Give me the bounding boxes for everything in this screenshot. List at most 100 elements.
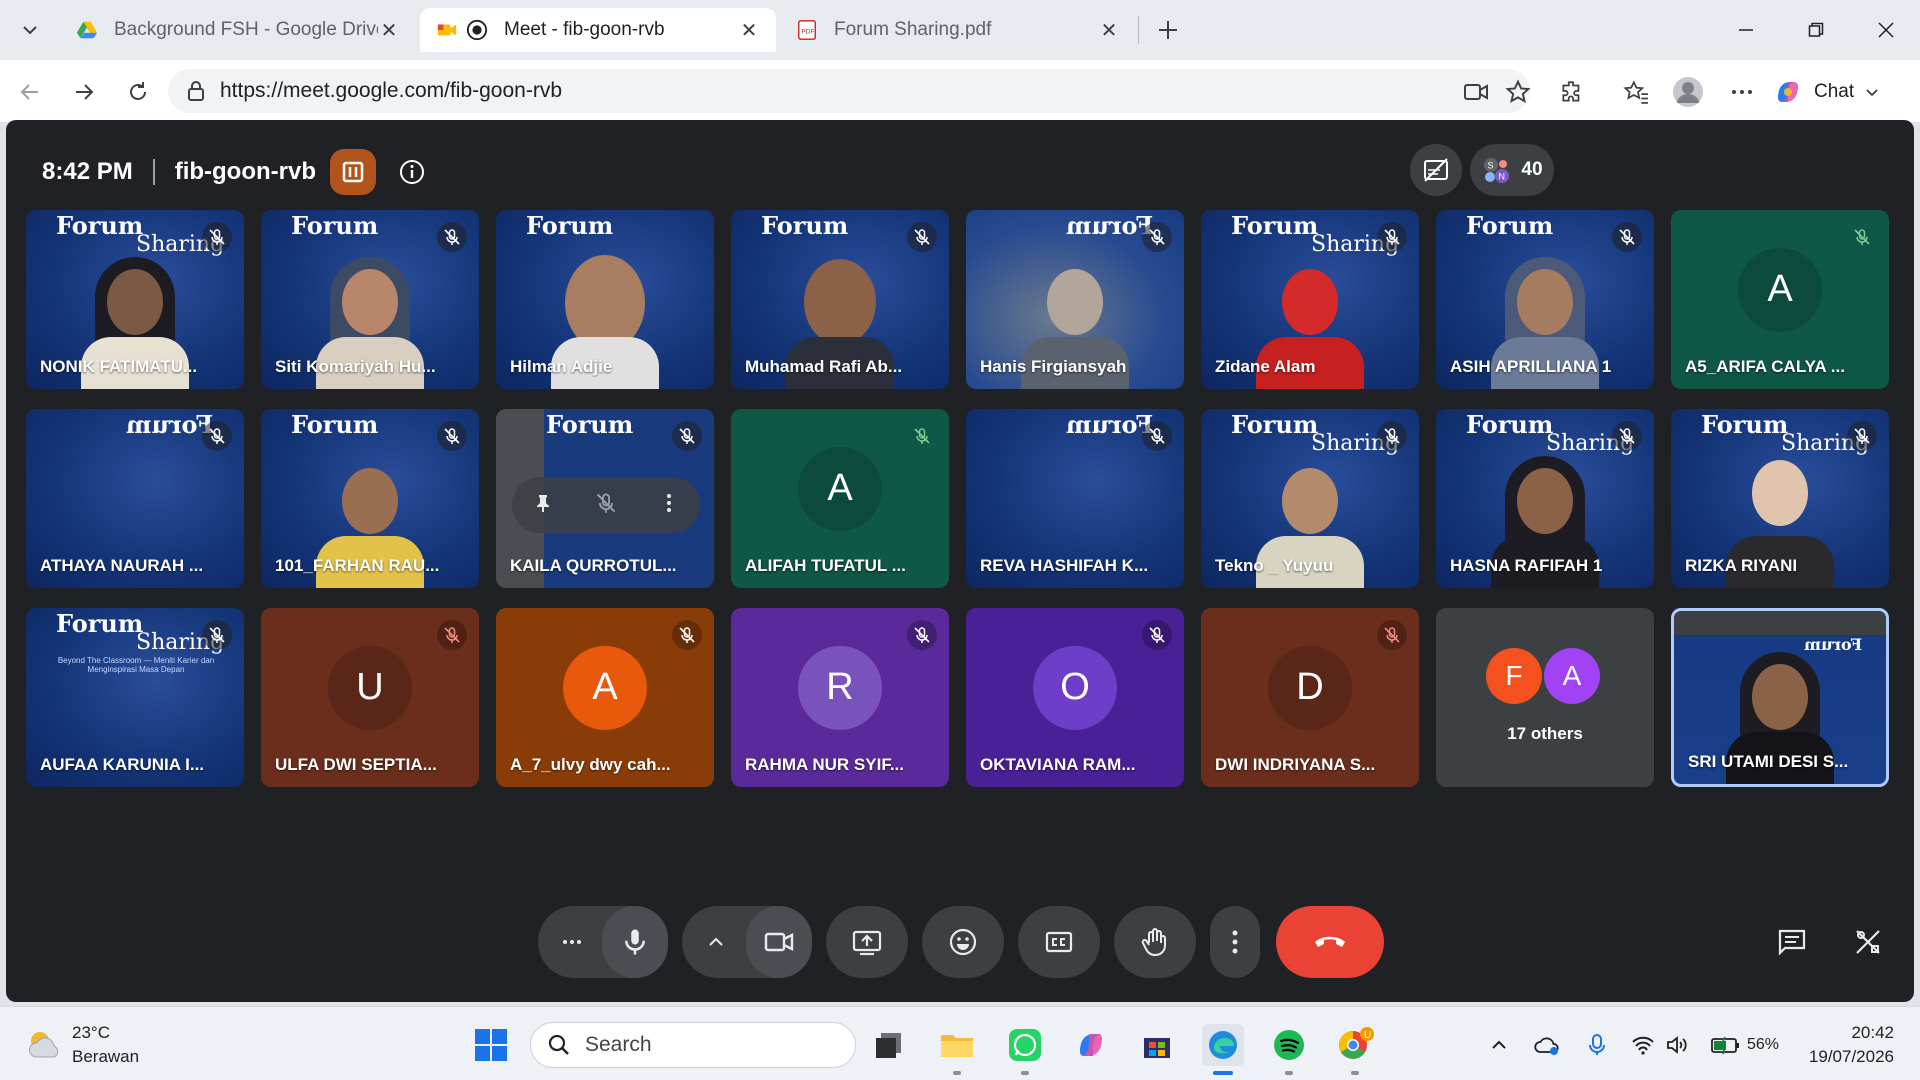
tab-pdf[interactable]: PDF Forum Sharing.pdf ✕: [780, 8, 1136, 52]
participant-tile[interactable]: Forum Sharing HASNA RAFIFAH 1: [1436, 409, 1654, 588]
participant-tile[interactable]: Forum REVA HASHIFAH K...: [966, 409, 1184, 588]
chat-icon[interactable]: [1762, 912, 1822, 972]
participant-tile[interactable]: A ALIFAH TUFATUL ...: [731, 409, 949, 588]
background-logo-text: Forum: [1066, 410, 1154, 439]
participant-name: SRI UTAMI DESI S...: [1688, 752, 1849, 771]
forward-arrow-icon[interactable]: [64, 72, 104, 112]
captions-button[interactable]: [1018, 906, 1100, 978]
raise-hand-button[interactable]: [1114, 906, 1196, 978]
meeting-info-icon[interactable]: [398, 158, 426, 186]
participant-tile[interactable]: Forum 101_FARHAN RAU...: [261, 409, 479, 588]
back-arrow-icon[interactable]: [10, 72, 50, 112]
tab-google-drive[interactable]: Background FSH - Google Drive ✕: [60, 8, 416, 52]
mute-participant-icon[interactable]: [595, 492, 617, 519]
more-options-button[interactable]: [1210, 906, 1260, 978]
leave-call-button[interactable]: [1276, 906, 1384, 978]
more-options-icon[interactable]: [658, 492, 680, 519]
participant-tile[interactable]: Forum Siti Komariyah Hu...: [261, 210, 479, 389]
participant-tile[interactable]: A A_7_ulvy dwy cah...: [496, 608, 714, 787]
copilot-app-icon[interactable]: [1070, 1024, 1112, 1066]
close-tab-icon[interactable]: ✕: [1098, 19, 1120, 42]
chat-label: Chat: [1814, 81, 1855, 102]
volume-icon[interactable]: [1662, 1029, 1692, 1061]
host-controls-icon[interactable]: [330, 149, 376, 195]
participant-tile[interactable]: A A5_ARIFA CALYA ...: [1671, 210, 1889, 389]
address-bar[interactable]: https://meet.google.com/fib-goon-rvb: [168, 69, 1530, 113]
participant-name: Muhamad Rafi Ab...: [745, 357, 903, 376]
close-tab-icon[interactable]: ✕: [378, 19, 400, 42]
other-participants-tile[interactable]: F A 17 others: [1436, 608, 1654, 787]
more-menu-icon[interactable]: [1722, 72, 1762, 112]
camera-button[interactable]: [746, 906, 812, 978]
camera-icon: [764, 932, 794, 952]
clock-date: 19/07/2026: [1808, 1047, 1894, 1066]
close-tab-icon[interactable]: ✕: [738, 19, 760, 42]
onedrive-cloud-icon[interactable]: [1530, 1029, 1564, 1061]
edge-browser-icon[interactable]: [1202, 1024, 1244, 1066]
reload-icon[interactable]: [118, 72, 158, 112]
restore-icon[interactable]: [1786, 8, 1846, 52]
background-logo-text: Forum: [761, 211, 849, 240]
background-logo-text: Forum: [546, 410, 634, 439]
windows-start-icon[interactable]: [470, 1024, 512, 1066]
tab-separator: [1138, 16, 1139, 44]
hide-self-view-icon[interactable]: [1410, 144, 1462, 196]
close-window-icon[interactable]: [1856, 8, 1916, 52]
whatsapp-icon[interactable]: [1004, 1024, 1046, 1066]
participant-tile[interactable]: Forum Sharing RIZKA RIYANI: [1671, 409, 1889, 588]
microphone-button[interactable]: [602, 906, 668, 978]
participant-tile[interactable]: R RAHMA NUR SYIF...: [731, 608, 949, 787]
participant-tile[interactable]: Forum Hilman Adjie: [496, 210, 714, 389]
site-info-icon[interactable]: [184, 79, 208, 103]
taskbar-search[interactable]: Search: [530, 1022, 856, 1068]
participant-tile[interactable]: Forum Sharing Beyond The Classroom — Men…: [26, 608, 244, 787]
participant-tile[interactable]: Forum ASIH APRILLIANA 1: [1436, 210, 1654, 389]
chrome-icon[interactable]: U: [1334, 1024, 1376, 1066]
audio-settings-icon[interactable]: [542, 912, 602, 972]
end-call-icon: [1315, 936, 1345, 947]
new-tab-plus-icon[interactable]: [1150, 12, 1186, 48]
participant-tile[interactable]: Forum Sharing Tekno _ Yuyuu: [1201, 409, 1419, 588]
pin-icon[interactable]: [532, 492, 554, 519]
camera-in-use-icon[interactable]: [1456, 72, 1496, 112]
participant-tile[interactable]: Forum Sharing NONIK FATIMATU...: [26, 210, 244, 389]
mic-off-icon: [1142, 421, 1172, 451]
background-logo-text: Forum: [291, 410, 379, 439]
participant-tile[interactable]: Forum Hanis Firgiansyah: [966, 210, 1184, 389]
minimize-icon[interactable]: [1716, 8, 1776, 52]
extensions-icon[interactable]: [1552, 72, 1592, 112]
reactions-button[interactable]: [922, 906, 1004, 978]
participant-tile[interactable]: O OKTAVIANA RAM...: [966, 608, 1184, 787]
system-clock[interactable]: 20:42 19/07/2026: [1804, 1021, 1894, 1069]
file-explorer-icon[interactable]: [936, 1024, 978, 1066]
tab-meet[interactable]: Meet - fib-goon-rvb ✕: [420, 8, 776, 52]
battery-status[interactable]: 56%: [1700, 1029, 1790, 1061]
show-hidden-icons-icon[interactable]: [1484, 1029, 1514, 1061]
participant-tile[interactable]: Forum KAILA QURROTUL...: [496, 409, 714, 588]
mic-off-icon: [1377, 421, 1407, 451]
profile-avatar-icon[interactable]: [1668, 72, 1708, 112]
task-view-icon[interactable]: [868, 1024, 910, 1066]
microsoft-store-icon[interactable]: [1136, 1024, 1178, 1066]
chevron-up-icon[interactable]: [686, 912, 746, 972]
tab-search-icon[interactable]: [8, 12, 52, 48]
participant-tile[interactable]: U ULFA DWI SEPTIA...: [261, 608, 479, 787]
participant-name: REVA HASHIFAH K...: [980, 556, 1149, 575]
present-screen-button[interactable]: [826, 906, 908, 978]
participant-tile[interactable]: Forum ATHAYA NAURAH ...: [26, 409, 244, 588]
favorites-icon[interactable]: [1616, 72, 1656, 112]
wifi-icon[interactable]: [1628, 1029, 1658, 1061]
bookmark-star-icon[interactable]: [1498, 72, 1538, 112]
weather-widget[interactable]: 23°C Berawan: [24, 1021, 139, 1069]
self-view-tile[interactable]: Forum SRI UTAMI DESI S...: [1671, 608, 1889, 787]
microphone-tray-icon[interactable]: [1582, 1029, 1612, 1061]
activities-icon[interactable]: [1838, 912, 1898, 972]
participant-tile[interactable]: Forum Muhamad Rafi Ab...: [731, 210, 949, 389]
participant-tile[interactable]: Forum Sharing Zidane Alam: [1201, 210, 1419, 389]
copilot-chat-button[interactable]: Chat: [1772, 72, 1880, 112]
participant-name: Zidane Alam: [1215, 357, 1316, 376]
running-indicator: [1021, 1071, 1029, 1075]
people-button[interactable]: SN 40: [1470, 144, 1554, 196]
participant-tile[interactable]: D DWI INDRIYANA S...: [1201, 608, 1419, 787]
spotify-icon[interactable]: [1268, 1024, 1310, 1066]
